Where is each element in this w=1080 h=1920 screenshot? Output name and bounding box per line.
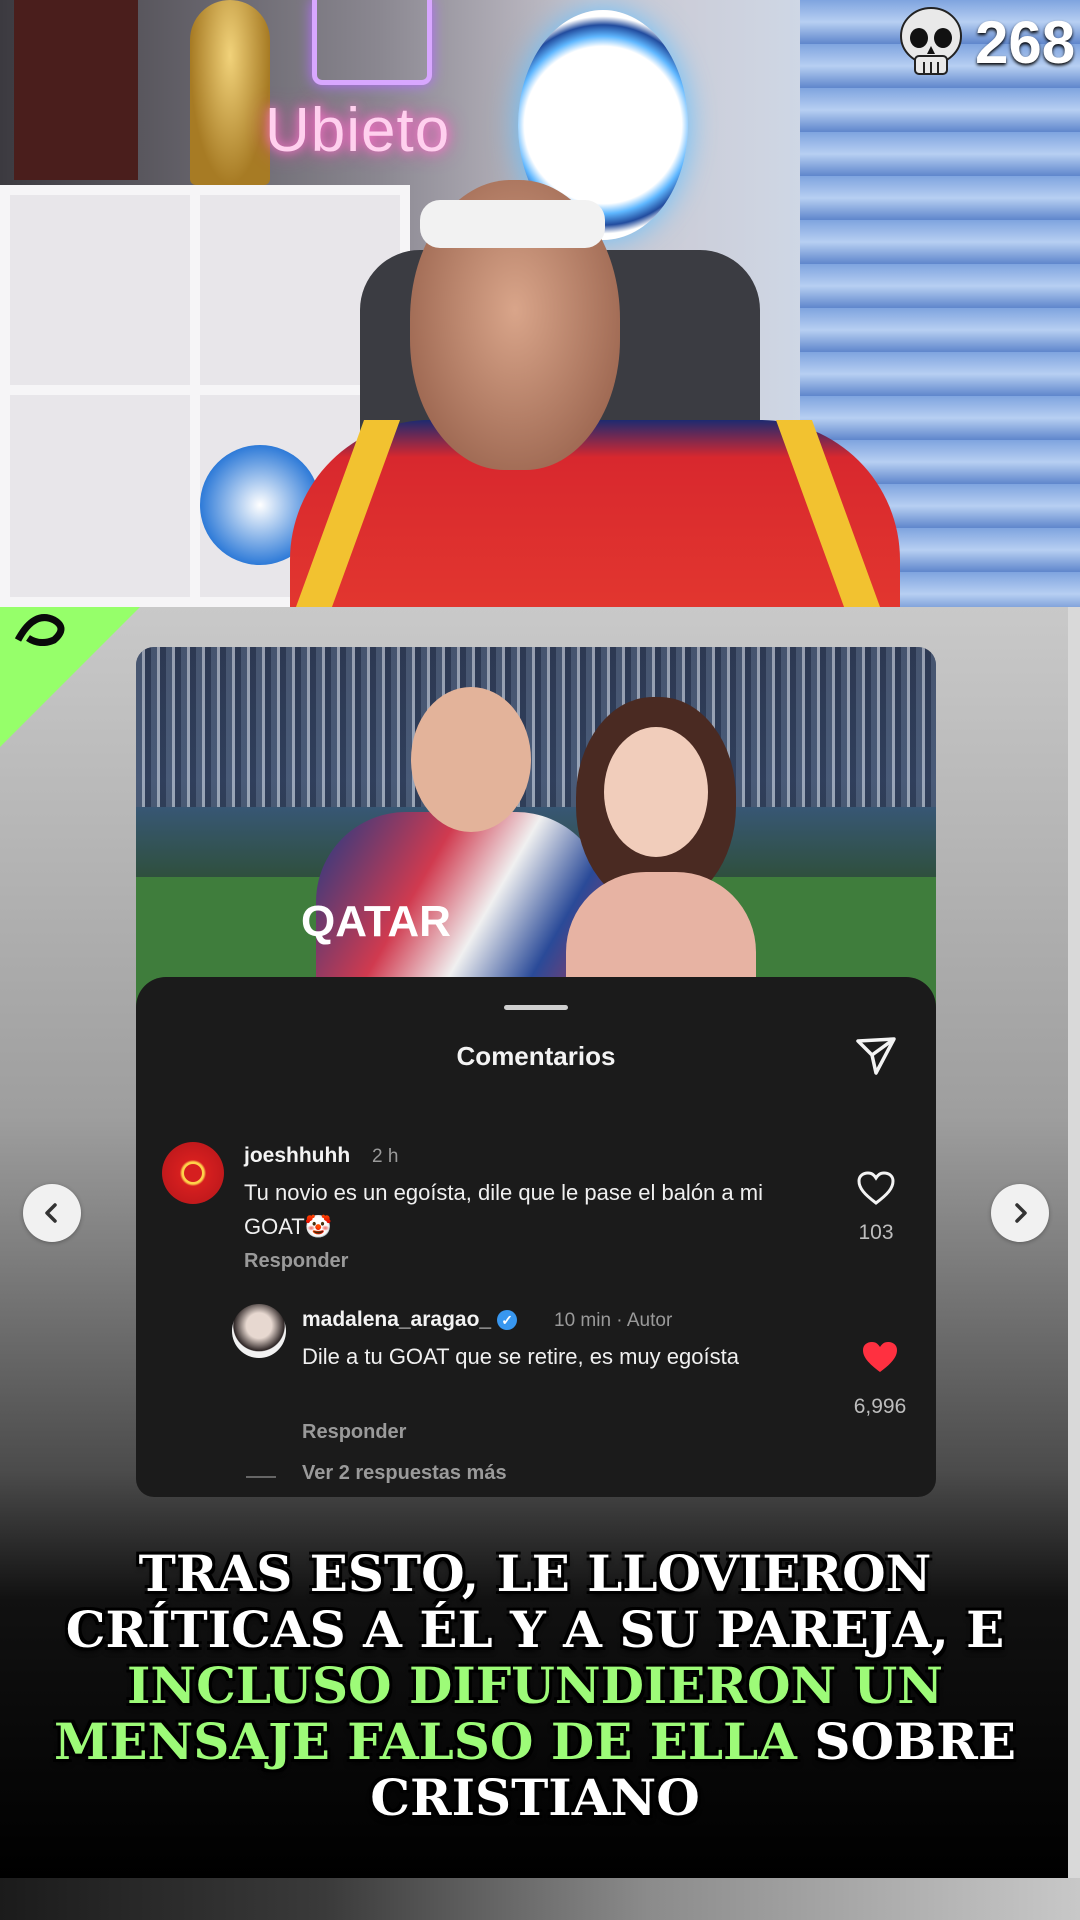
jersey-sponsor-text: QATAR <box>301 897 451 946</box>
heart-filled-icon[interactable] <box>860 1339 900 1375</box>
video-caption: TRAS ESTO, LE LLOVIERON CRÍTICAS A ÉL Y … <box>40 1546 1030 1826</box>
heart-icon[interactable] <box>856 1170 896 1206</box>
caption-line: CRÍTICAS A ÉL Y A SU PAREJA, E <box>65 1600 1005 1659</box>
framed-jersey <box>14 0 138 180</box>
streamer-shirt <box>290 420 900 607</box>
reply-username-text: madalena_aragao_ <box>302 1308 492 1331</box>
viewer-counter: 268 <box>895 6 1075 78</box>
post-photo: QATAR <box>136 647 936 1027</box>
reply-time: 10 min · Autor <box>554 1310 673 1331</box>
caption-line: CRISTIANO <box>370 1768 700 1827</box>
comments-sheet: Comentarios joeshhuhh 2 h Tu novio es un… <box>136 977 936 1497</box>
like-count: 6,996 <box>853 1395 907 1418</box>
chevron-right-icon <box>1015 1203 1027 1223</box>
chevron-left-icon <box>45 1203 57 1223</box>
trophy-replica <box>190 0 270 185</box>
comment-time: 2 h <box>372 1146 399 1167</box>
reply-button[interactable]: Responder <box>244 1250 348 1273</box>
user-avatar[interactable] <box>232 1304 286 1358</box>
reply-username[interactable]: madalena_aragao_ ✓ <box>302 1308 518 1332</box>
like-count: 103 <box>858 1221 894 1244</box>
next-video-preview <box>0 1878 1080 1920</box>
next-slide-button[interactable] <box>991 1184 1049 1242</box>
divider-line <box>246 1476 276 1478</box>
sheet-title: Comentarios <box>456 1041 616 1071</box>
caption-highlight: INCLUSO DIFUNDIERON UN <box>127 1656 943 1715</box>
club-crest-avatar[interactable] <box>162 1142 224 1204</box>
neon-sign: Ubieto <box>265 96 451 165</box>
panel-edge <box>1068 607 1080 1880</box>
caption-highlight: MENSAJE FALSO DE ELLA <box>54 1712 797 1771</box>
previous-slide-button[interactable] <box>23 1184 81 1242</box>
comment-username[interactable]: joeshhuhh <box>244 1144 350 1168</box>
streamer-webcam: Ubieto 268 <box>0 0 1080 607</box>
share-send-icon[interactable] <box>852 1031 900 1079</box>
verified-badge-icon: ✓ <box>497 1310 518 1331</box>
twitch-neon-logo <box>312 0 432 85</box>
headband <box>420 200 605 248</box>
reply-button[interactable]: Responder <box>302 1421 406 1444</box>
reply-text: Dile a tu GOAT que se retire, es muy ego… <box>302 1344 739 1369</box>
skull-icon <box>900 7 962 75</box>
comment-text: Tu novio es un egoísta, dile que le pase… <box>244 1180 763 1239</box>
caption-line: TRAS ESTO, LE LLOVIERON <box>138 1544 932 1603</box>
caption-line: SOBRE <box>796 1712 1016 1771</box>
view-more-replies[interactable]: Ver 2 respuestas más <box>302 1462 507 1485</box>
sheet-drag-handle[interactable] <box>504 1005 568 1010</box>
viewer-count: 268 <box>975 8 1076 76</box>
channel-logo-icon <box>14 614 65 646</box>
